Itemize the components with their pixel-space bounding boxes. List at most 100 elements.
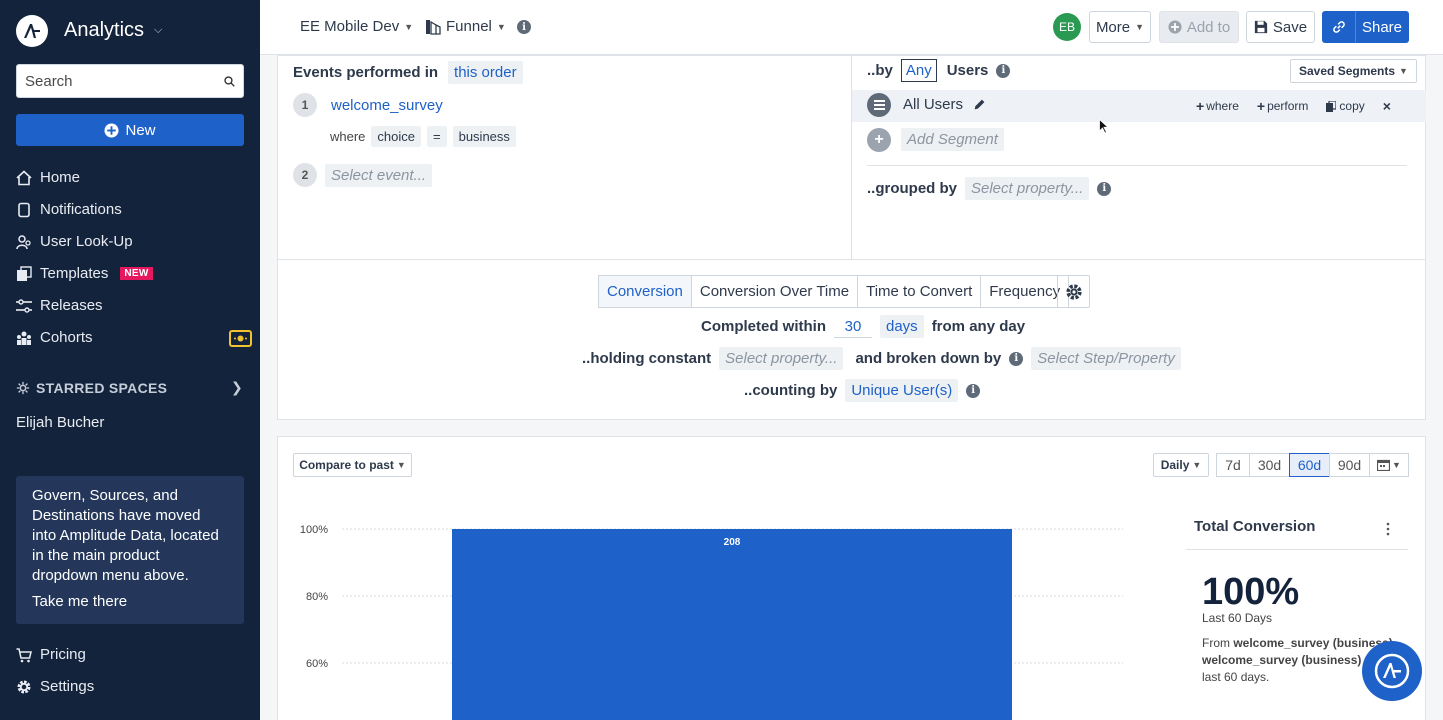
- project-name: EE Mobile Dev: [300, 18, 400, 35]
- divider: [867, 165, 1407, 166]
- templates-icon: [16, 265, 32, 282]
- range-30d[interactable]: 30d: [1249, 453, 1290, 477]
- save-label: Save: [1272, 18, 1308, 36]
- copy-link-button[interactable]: [1322, 11, 1356, 43]
- interval-dropdown[interactable]: Daily ▼: [1153, 453, 1209, 477]
- within-unit-selector[interactable]: days: [880, 315, 924, 338]
- add-segment-icon[interactable]: +: [867, 128, 891, 152]
- take-me-there-link[interactable]: Take me there: [32, 592, 228, 612]
- order-selector[interactable]: this order: [448, 61, 523, 84]
- edit-icon[interactable]: [973, 98, 986, 111]
- info-icon[interactable]: i: [966, 383, 981, 398]
- project-selector[interactable]: EE Mobile Dev ▼: [300, 18, 413, 35]
- broken-down-selector[interactable]: Select Step/Property: [1031, 347, 1181, 370]
- sidebar-item-notifications[interactable]: Notifications: [16, 201, 122, 218]
- range-60d[interactable]: 60d: [1289, 453, 1330, 477]
- app-switcher[interactable]: Analytics ⌵: [64, 19, 162, 42]
- info-icon[interactable]: i: [1009, 351, 1024, 366]
- help-chat-button[interactable]: [1362, 641, 1422, 701]
- query-builder: Events performed in this order 1 welcome…: [277, 55, 1426, 420]
- event-step-1: 1 welcome_survey: [293, 93, 449, 117]
- tab-frequency[interactable]: Frequency: [980, 275, 1070, 308]
- range-7d[interactable]: 7d: [1216, 453, 1250, 477]
- saved-segments-dropdown[interactable]: Saved Segments ▼: [1290, 59, 1417, 83]
- any-selector[interactable]: Any: [900, 59, 937, 82]
- grouped-by-row: ..grouped by Select property... i: [867, 177, 1112, 200]
- tab-conversion-over-time[interactable]: Conversion Over Time: [690, 275, 859, 308]
- date-picker-button[interactable]: ▼: [1369, 453, 1409, 477]
- sidebar-item-pricing[interactable]: Pricing: [16, 646, 86, 663]
- spaces-icon: [16, 381, 30, 395]
- select-event-input[interactable]: Select event...: [325, 163, 433, 187]
- sidebar-search[interactable]: [16, 64, 244, 98]
- event-step-2: 2 Select event...: [293, 163, 433, 187]
- search-input[interactable]: [25, 72, 224, 90]
- search-icon[interactable]: [224, 74, 235, 89]
- plus-circle-icon: [104, 122, 120, 138]
- all-users-label: All Users: [903, 96, 964, 113]
- add-to-label: Add to: [1186, 18, 1231, 36]
- counting-by-selector[interactable]: Unique User(s): [845, 379, 959, 402]
- user-space-name[interactable]: Elijah Bucher: [16, 414, 104, 431]
- completed-within-label: Completed within: [701, 318, 826, 335]
- filter-property[interactable]: choice: [371, 126, 421, 147]
- avatar[interactable]: EB: [1053, 13, 1081, 41]
- moved-notice: Govern, Sources, and Destinations have m…: [16, 476, 244, 624]
- new-button-label: New: [125, 121, 156, 139]
- tab-conversion[interactable]: Conversion: [598, 275, 692, 308]
- step-number: 1: [293, 93, 317, 117]
- new-button[interactable]: New: [16, 114, 244, 146]
- releases-icon: [16, 298, 32, 314]
- from-label: From: [1202, 636, 1230, 650]
- grouped-by-selector[interactable]: Select property...: [965, 177, 1090, 200]
- sidebar-item-releases[interactable]: Releases: [16, 297, 103, 314]
- chart-type-selector[interactable]: Funnel ▼: [425, 18, 506, 35]
- saved-segments-label: Saved Segments: [1299, 64, 1396, 78]
- range-90d[interactable]: 90d: [1329, 453, 1370, 477]
- sidebar-item-templates[interactable]: Templates NEW: [16, 265, 153, 282]
- kebab-menu-icon[interactable]: [1385, 522, 1391, 536]
- where-label: where: [330, 129, 366, 144]
- sidebar-item-home[interactable]: Home: [16, 169, 80, 186]
- amplitude-logo[interactable]: [16, 15, 48, 47]
- more-button[interactable]: More ▼: [1089, 11, 1151, 43]
- divider: [851, 56, 852, 259]
- chart-settings-button[interactable]: [1057, 275, 1090, 308]
- add-perform-button[interactable]: + perform: [1257, 98, 1309, 114]
- holding-constant-selector[interactable]: Select property...: [719, 347, 844, 370]
- filter-operator[interactable]: =: [427, 126, 447, 147]
- save-button[interactable]: Save: [1246, 11, 1315, 43]
- close-icon[interactable]: ×: [1383, 98, 1391, 114]
- add-segment-button[interactable]: Add Segment: [901, 128, 1004, 151]
- step-a-label: welcome_survey (business): [1233, 636, 1393, 650]
- sidebar-item-cohorts[interactable]: Cohorts: [16, 329, 93, 346]
- compare-to-past-dropdown[interactable]: Compare to past ▼: [293, 453, 412, 477]
- event-selector[interactable]: welcome_survey: [325, 93, 449, 117]
- compare-label: Compare to past: [299, 458, 394, 472]
- divider: [1186, 549, 1408, 550]
- info-icon[interactable]: i: [1097, 181, 1112, 196]
- total-conversion-value: 100%: [1202, 571, 1300, 613]
- from-any-day-selector[interactable]: from any day: [932, 318, 1025, 335]
- chevron-down-icon: ▼: [496, 21, 506, 32]
- add-to-button[interactable]: Add to: [1159, 11, 1239, 43]
- notice-text: Govern, Sources, and Destinations have m…: [32, 487, 219, 584]
- drag-handle-icon[interactable]: [867, 93, 891, 117]
- sidebar-item-settings[interactable]: Settings: [16, 678, 94, 695]
- share-button[interactable]: Share: [1355, 11, 1409, 43]
- sidebar-item-label: Settings: [40, 678, 95, 695]
- copy-segment-button[interactable]: copy: [1326, 99, 1365, 113]
- sidebar-item-user-lookup[interactable]: User Look-Up: [16, 233, 133, 250]
- tab-time-to-convert[interactable]: Time to Convert: [857, 275, 982, 308]
- info-icon[interactable]: i: [996, 63, 1011, 78]
- event-filter: where choice = business: [330, 126, 516, 147]
- starred-spaces-header[interactable]: STARRED SPACES: [16, 380, 167, 396]
- holding-constant-label: ..holding constant: [582, 350, 712, 367]
- within-value-input[interactable]: 30: [834, 316, 872, 338]
- counting-by-row: ..counting by Unique User(s) i: [744, 379, 981, 402]
- chevron-right-icon[interactable]: ❯: [231, 379, 243, 396]
- add-where-button[interactable]: + where: [1196, 98, 1239, 114]
- funnel-bar[interactable]: [452, 529, 1012, 720]
- filter-value[interactable]: business: [452, 126, 516, 147]
- info-icon[interactable]: i: [517, 20, 531, 34]
